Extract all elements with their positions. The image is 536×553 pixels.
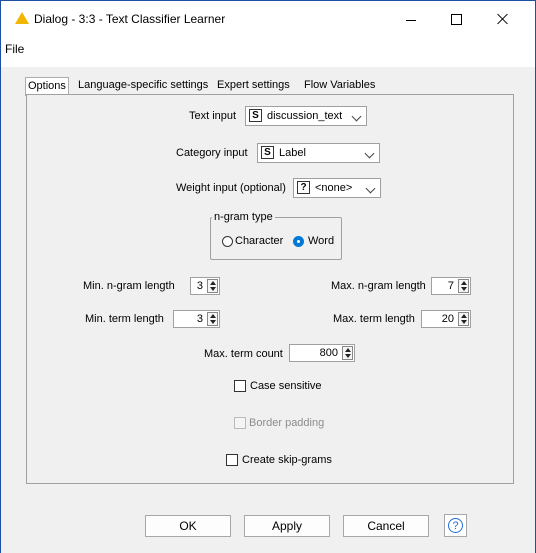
- menu-bar: File: [1, 35, 535, 56]
- case-sensitive-checkbox[interactable]: [234, 380, 246, 392]
- chevron-down-icon: [364, 148, 375, 159]
- spin-up-icon[interactable]: [461, 281, 467, 285]
- max-term-count-spinner[interactable]: 800: [289, 344, 355, 362]
- weight-input-select[interactable]: ? <none>: [293, 178, 381, 198]
- category-input-label: Category input: [176, 147, 248, 159]
- maximize-button[interactable]: [433, 4, 479, 32]
- max-term-length-value: 20: [441, 313, 454, 325]
- max-ngram-length-label: Max. n-gram length: [331, 280, 426, 292]
- spin-down-icon[interactable]: [345, 354, 351, 358]
- spinner-buttons[interactable]: [342, 346, 353, 360]
- create-skipgrams-label[interactable]: Create skip-grams: [242, 454, 332, 466]
- min-term-length-spinner[interactable]: 3: [173, 310, 220, 328]
- text-input-select[interactable]: S discussion_text: [245, 106, 367, 126]
- radio-word-label[interactable]: Word: [308, 235, 334, 247]
- help-icon: ?: [448, 518, 463, 533]
- apply-button[interactable]: Apply: [244, 515, 330, 537]
- min-ngram-length-label: Min. n-gram length: [83, 280, 175, 292]
- spinner-buttons[interactable]: [207, 279, 218, 293]
- dialog-content: Options Language-specific settings Exper…: [1, 67, 535, 553]
- spinner-buttons[interactable]: [458, 312, 469, 326]
- spin-up-icon[interactable]: [210, 281, 216, 285]
- spinner-buttons[interactable]: [458, 279, 469, 293]
- options-panel: Text input S discussion_text Category in…: [26, 94, 514, 484]
- text-input-value: discussion_text: [267, 110, 343, 122]
- min-term-length-label: Min. term length: [85, 313, 164, 325]
- max-ngram-length-spinner[interactable]: 7: [431, 277, 471, 295]
- spin-down-icon[interactable]: [461, 320, 467, 324]
- chevron-down-icon: [365, 183, 376, 194]
- string-type-icon: S: [249, 109, 262, 122]
- min-ngram-length-value: 3: [196, 280, 203, 292]
- tab-language-specific-settings[interactable]: Language-specific settings: [76, 77, 210, 94]
- spin-up-icon[interactable]: [461, 314, 467, 318]
- case-sensitive-label[interactable]: Case sensitive: [250, 380, 322, 392]
- window-title: Dialog - 3:3 - Text Classifier Learner: [34, 12, 226, 26]
- warning-triangle-icon: [15, 12, 29, 24]
- weight-input-label: Weight input (optional): [176, 182, 286, 194]
- spin-down-icon[interactable]: [210, 287, 216, 291]
- spin-down-icon[interactable]: [210, 320, 216, 324]
- unknown-type-icon: ?: [297, 181, 310, 194]
- weight-input-value: <none>: [315, 182, 353, 194]
- spin-down-icon[interactable]: [461, 287, 467, 291]
- category-input-select[interactable]: S Label: [257, 143, 380, 163]
- text-input-label: Text input: [189, 110, 237, 122]
- min-ngram-length-spinner[interactable]: 3: [190, 277, 220, 295]
- ok-button[interactable]: OK: [145, 515, 231, 537]
- minimize-button[interactable]: [387, 4, 433, 32]
- spin-up-icon[interactable]: [345, 348, 351, 352]
- min-term-length-value: 3: [196, 313, 203, 325]
- max-term-length-spinner[interactable]: 20: [421, 310, 471, 328]
- help-button[interactable]: ?: [444, 514, 467, 537]
- title-bar: Dialog - 3:3 - Text Classifier Learner: [1, 1, 535, 35]
- spin-up-icon[interactable]: [210, 314, 216, 318]
- tab-expert-settings[interactable]: Expert settings: [215, 77, 292, 94]
- dialog-window: Dialog - 3:3 - Text Classifier Learner F…: [0, 0, 536, 553]
- create-skipgrams-checkbox[interactable]: [226, 454, 238, 466]
- tab-flow-variables[interactable]: Flow Variables: [302, 77, 377, 94]
- border-padding-checkbox: [234, 417, 246, 429]
- max-ngram-length-value: 7: [447, 280, 454, 292]
- category-input-value: Label: [279, 147, 306, 159]
- cancel-button[interactable]: Cancel: [343, 515, 429, 537]
- spinner-buttons[interactable]: [207, 312, 218, 326]
- radio-character-label[interactable]: Character: [235, 235, 283, 247]
- string-type-icon: S: [261, 146, 274, 159]
- radio-word[interactable]: [293, 236, 304, 247]
- chevron-down-icon: [351, 111, 362, 122]
- menu-file[interactable]: File: [5, 42, 24, 56]
- close-button[interactable]: [479, 4, 525, 32]
- radio-character[interactable]: [222, 236, 233, 247]
- max-term-count-value: 800: [319, 347, 338, 359]
- ngram-type-title: n-gram type: [212, 211, 275, 223]
- border-padding-label: Border padding: [249, 417, 325, 429]
- max-term-length-label: Max. term length: [333, 313, 415, 325]
- max-term-count-label: Max. term count: [204, 348, 283, 360]
